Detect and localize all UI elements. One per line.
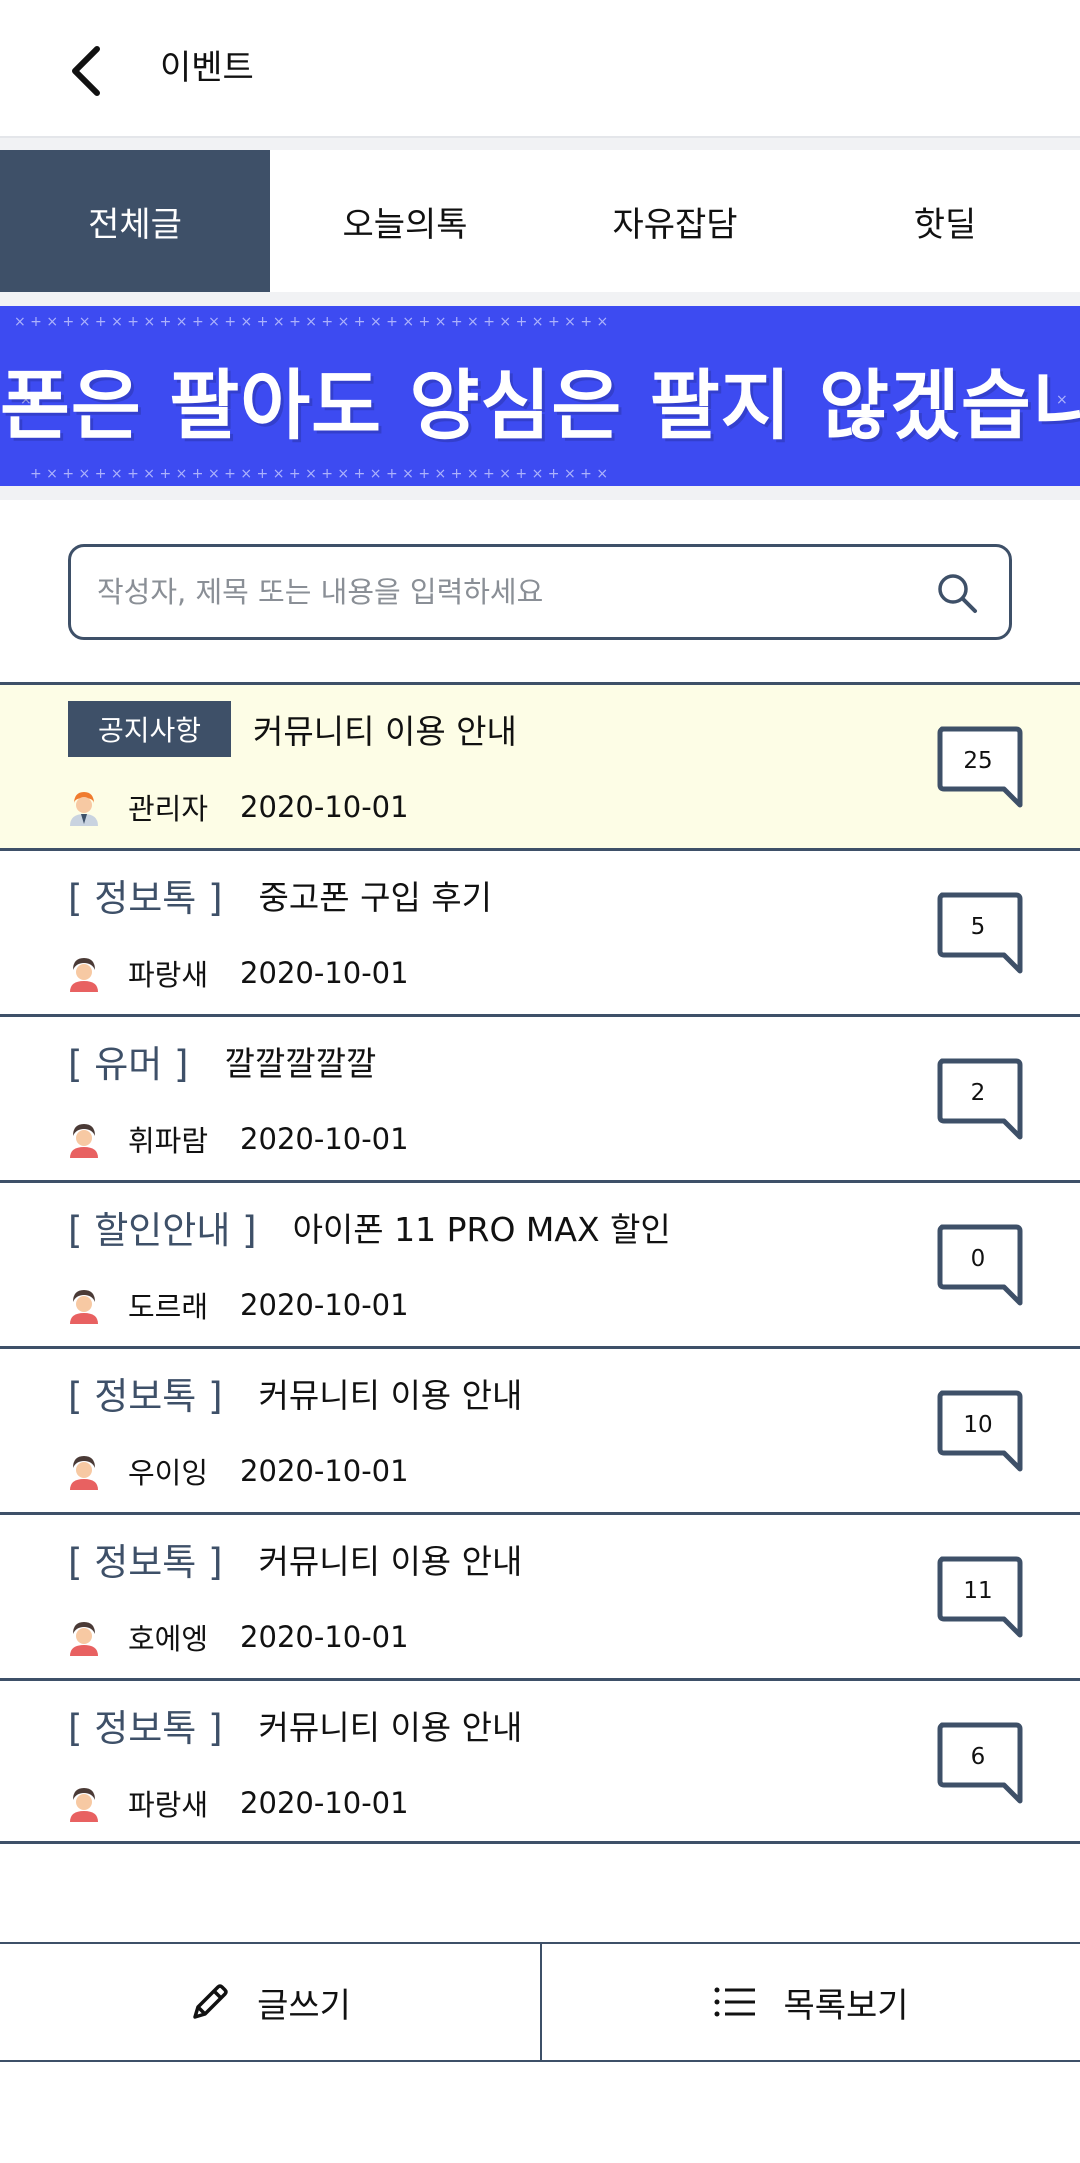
comment-count: 10 bbox=[963, 1412, 993, 1438]
comment-count: 0 bbox=[970, 1246, 986, 1272]
tab-today-talk[interactable]: 오늘의톡 bbox=[270, 150, 540, 292]
comment-count: 6 bbox=[970, 1744, 986, 1770]
header-divider bbox=[0, 136, 1080, 150]
list-view-button[interactable]: 목록보기 bbox=[540, 1944, 1080, 2060]
post-date: 2020-10-01 bbox=[240, 1454, 409, 1488]
post-row[interactable]: [ 유머 ] 깔깔깔깔깔 휘파람 2020-10-01 2 bbox=[0, 1014, 1080, 1180]
post-header: [ 할인안내 ] 아이폰 11 PRO MAX 할인 bbox=[68, 1197, 671, 1257]
page-title: 이벤트 bbox=[160, 48, 254, 88]
post-date: 2020-10-01 bbox=[240, 956, 409, 990]
post-meta: 파랑새 2020-10-01 bbox=[68, 1783, 409, 1823]
back-button[interactable] bbox=[58, 36, 114, 106]
svg-text:+ × + × + × + × + × + × + × +: + × + × + × + × + × + × + × + × + × + × … bbox=[30, 466, 608, 482]
post-header: 공지사항 커뮤니티 이용 안내 bbox=[68, 699, 517, 759]
post-title: 커뮤니티 이용 안내 bbox=[258, 1542, 523, 1581]
post-row[interactable]: [ 정보톡 ] 커뮤니티 이용 안내 우이잉 2020-10-01 10 bbox=[0, 1346, 1080, 1512]
post-author: 파랑새 bbox=[128, 958, 209, 992]
banner-text: 폰은 팔아도 양심은 팔지 않겠습니다 bbox=[0, 361, 1080, 450]
user-avatar-icon bbox=[70, 1622, 98, 1656]
post-category: [ 유머 ] bbox=[68, 1043, 189, 1086]
post-row[interactable]: [ 정보톡 ] 커뮤니티 이용 안내 파랑새 2020-10-01 6 bbox=[0, 1678, 1080, 1844]
search-icon[interactable] bbox=[935, 571, 979, 615]
comment-count-bubble: 5 bbox=[936, 891, 1026, 977]
comment-count-bubble: 11 bbox=[936, 1555, 1026, 1641]
tab-free-chat[interactable]: 자유잡담 bbox=[540, 150, 810, 292]
pencil-icon bbox=[193, 1984, 228, 2019]
post-title: 아이폰 11 PRO MAX 할인 bbox=[292, 1210, 671, 1249]
post-date: 2020-10-01 bbox=[240, 1122, 409, 1156]
post-title: 커뮤니티 이용 안내 bbox=[258, 1708, 523, 1747]
comment-count-bubble: 2 bbox=[936, 1057, 1026, 1143]
post-row[interactable]: [ 할인안내 ] 아이폰 11 PRO MAX 할인 도르래 2020-10-0… bbox=[0, 1180, 1080, 1346]
post-date: 2020-10-01 bbox=[240, 1620, 409, 1654]
post-author: 도르래 bbox=[128, 1290, 209, 1324]
post-author: 휘파람 bbox=[128, 1124, 209, 1158]
post-header: [ 정보톡 ] 중고폰 구입 후기 bbox=[68, 865, 492, 925]
bottom-action-bar: 글쓰기 목록보기 bbox=[0, 1942, 1080, 2062]
comment-count-bubble: 0 bbox=[936, 1223, 1026, 1309]
tab-all[interactable]: 전체글 bbox=[0, 150, 270, 292]
list-view-button-label: 목록보기 bbox=[783, 1985, 909, 2026]
comment-count-bubble: 6 bbox=[936, 1721, 1026, 1807]
post-meta: 도르래 2020-10-01 bbox=[68, 1285, 409, 1325]
post-category: [ 정보톡 ] bbox=[68, 1375, 223, 1418]
post-meta: 우이잉 2020-10-01 bbox=[68, 1451, 409, 1491]
post-author: 호에엥 bbox=[128, 1622, 209, 1656]
post-header: [ 정보톡 ] 커뮤니티 이용 안내 bbox=[68, 1695, 522, 1755]
category-tabs: 전체글 오늘의톡 자유잡담 핫딜 bbox=[0, 150, 1080, 292]
chevron-left-icon bbox=[72, 46, 100, 96]
post-author: 파랑새 bbox=[128, 1788, 209, 1822]
post-header: [ 정보톡 ] 커뮤니티 이용 안내 bbox=[68, 1529, 522, 1589]
user-avatar-icon bbox=[70, 1788, 98, 1822]
notice-post-row[interactable]: 공지사항 커뮤니티 이용 안내 관리자 2020-10-01 25 bbox=[0, 682, 1080, 848]
notice-badge: 공지사항 bbox=[68, 701, 232, 757]
admin-avatar-icon bbox=[70, 792, 98, 826]
post-title: 커뮤니티 이용 안내 bbox=[258, 1376, 523, 1415]
user-avatar-icon bbox=[70, 1124, 98, 1158]
post-date: 2020-10-01 bbox=[240, 1288, 409, 1322]
post-category: [ 정보톡 ] bbox=[68, 877, 223, 920]
comment-count: 2 bbox=[970, 1080, 986, 1106]
post-meta: 호에엥 2020-10-01 bbox=[68, 1617, 409, 1657]
comment-count: 25 bbox=[963, 748, 993, 774]
post-header: [ 정보톡 ] 커뮤니티 이용 안내 bbox=[68, 1363, 522, 1423]
user-avatar-icon bbox=[70, 1456, 98, 1490]
write-button[interactable]: 글쓰기 bbox=[0, 1944, 540, 2060]
tab-hot-deal[interactable]: 핫딜 bbox=[810, 150, 1080, 292]
post-author: 관리자 bbox=[128, 792, 209, 826]
post-meta: 휘파람 2020-10-01 bbox=[68, 1119, 409, 1159]
post-meta: 관리자 2020-10-01 bbox=[68, 787, 409, 827]
user-avatar-icon bbox=[70, 958, 98, 992]
search-box bbox=[68, 544, 1012, 640]
tabs-divider bbox=[0, 292, 1080, 306]
post-list: 공지사항 커뮤니티 이용 안내 관리자 2020-10-01 25 [ 정보톡 … bbox=[0, 682, 1080, 1844]
promo-banner[interactable]: × + × + × + × + × + × + × + × + × + × + … bbox=[0, 306, 1080, 486]
svg-text:× + × + × + × + × + × + × + ×: × + × + × + × + × + × + × + × + × + × + … bbox=[14, 314, 608, 330]
post-title: 중고폰 구입 후기 bbox=[258, 878, 493, 917]
comment-count: 5 bbox=[970, 914, 986, 940]
post-date: 2020-10-01 bbox=[240, 1786, 409, 1820]
post-category: [ 정보톡 ] bbox=[68, 1541, 223, 1584]
user-avatar-icon bbox=[70, 1290, 98, 1324]
app-header: 이벤트 bbox=[0, 0, 1080, 136]
post-category: [ 정보톡 ] bbox=[68, 1707, 223, 1750]
post-category: [ 할인안내 ] bbox=[68, 1209, 257, 1252]
list-icon bbox=[714, 1987, 756, 2017]
post-meta: 파랑새 2020-10-01 bbox=[68, 953, 409, 993]
post-row[interactable]: [ 정보톡 ] 중고폰 구입 후기 파랑새 2020-10-01 5 bbox=[0, 848, 1080, 1014]
write-button-label: 글쓰기 bbox=[257, 1985, 351, 2026]
post-title: 깔깔깔깔깔 bbox=[224, 1044, 377, 1083]
comment-count-bubble: 10 bbox=[936, 1389, 1026, 1475]
comment-count: 11 bbox=[963, 1578, 993, 1604]
banner-divider bbox=[0, 486, 1080, 500]
post-title: 커뮤니티 이용 안내 bbox=[253, 712, 517, 751]
post-row[interactable]: [ 정보톡 ] 커뮤니티 이용 안내 호에엥 2020-10-01 11 bbox=[0, 1512, 1080, 1678]
post-header: [ 유머 ] 깔깔깔깔깔 bbox=[68, 1031, 376, 1091]
comment-count-bubble: 25 bbox=[936, 725, 1026, 811]
post-date: 2020-10-01 bbox=[240, 790, 409, 824]
post-author: 우이잉 bbox=[128, 1456, 209, 1490]
search-input[interactable] bbox=[97, 547, 917, 637]
